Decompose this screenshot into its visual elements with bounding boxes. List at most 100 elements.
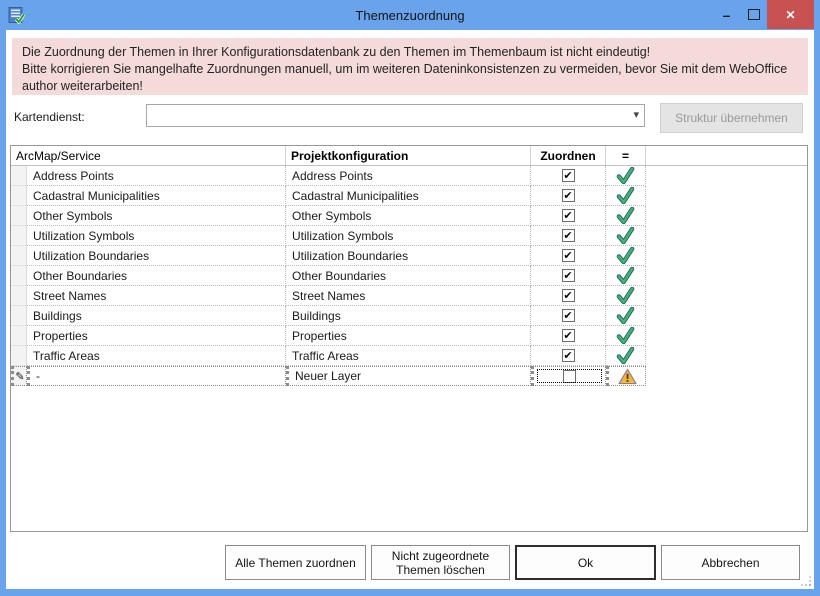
- assign-cell[interactable]: ✔: [531, 266, 606, 286]
- delete-unassigned-themes-button[interactable]: Nicht zugeordnete Themen löschen: [371, 545, 510, 580]
- config-cell[interactable]: Other Symbols: [286, 206, 531, 226]
- themenzuordnung-dialog: { "window": { "title": "Themenzuordnung"…: [0, 0, 820, 596]
- row-header-cell[interactable]: [11, 226, 27, 246]
- assign-cell[interactable]: [531, 366, 606, 386]
- assign-cell[interactable]: ✔: [531, 206, 606, 226]
- row-header-cell[interactable]: [11, 186, 27, 206]
- assign-checkbox[interactable]: ✔: [562, 249, 575, 262]
- status-cell: [606, 206, 646, 226]
- status-cell: [606, 226, 646, 246]
- config-cell[interactable]: Other Boundaries: [286, 266, 531, 286]
- check-icon: [616, 167, 635, 184]
- config-cell[interactable]: Buildings: [286, 306, 531, 326]
- service-cell[interactable]: Traffic Areas: [27, 346, 286, 366]
- service-cell[interactable]: Utilization Symbols: [27, 226, 286, 246]
- assign-checkbox[interactable]: ✔: [562, 349, 575, 362]
- table-row: Other Boundaries Other Boundaries ✔: [11, 266, 807, 286]
- warning-message: Die Zuordnung der Themen in Ihrer Konfig…: [12, 38, 808, 95]
- row-header-cell[interactable]: [11, 166, 27, 186]
- assign-cell[interactable]: ✔: [531, 286, 606, 306]
- row-header-cell[interactable]: ✎: [11, 366, 27, 386]
- service-cell[interactable]: Properties: [27, 326, 286, 346]
- close-button[interactable]: ✕: [767, 0, 814, 29]
- titlebar[interactable]: Themenzuordnung – ✕: [0, 0, 820, 30]
- grid-header-row: ArcMap/Service Projektkonfiguration Zuor…: [11, 146, 807, 166]
- assign-checkbox[interactable]: ✔: [562, 169, 575, 182]
- row-header-cell[interactable]: [11, 206, 27, 226]
- row-header-cell[interactable]: [11, 346, 27, 366]
- assign-cell[interactable]: ✔: [531, 346, 606, 366]
- assign-checkbox[interactable]: [563, 370, 576, 383]
- minimize-icon: –: [723, 7, 731, 23]
- assign-cell[interactable]: ✔: [531, 166, 606, 186]
- row-header-cell[interactable]: [11, 326, 27, 346]
- warning-icon: [618, 368, 637, 385]
- maximize-button[interactable]: [740, 0, 767, 29]
- mapservice-combobox[interactable]: ▾: [146, 104, 645, 127]
- assign-checkbox[interactable]: ✔: [562, 329, 575, 342]
- column-header-assign[interactable]: Zuordnen: [531, 146, 606, 165]
- config-cell[interactable]: Properties: [286, 326, 531, 346]
- apply-structure-button[interactable]: Struktur übernehmen: [660, 103, 803, 133]
- check-icon: [616, 327, 635, 344]
- assign-checkbox[interactable]: ✔: [562, 289, 575, 302]
- config-cell[interactable]: Traffic Areas: [286, 346, 531, 366]
- config-cell[interactable]: Address Points: [286, 166, 531, 186]
- minimize-button[interactable]: –: [713, 0, 740, 29]
- table-row: Properties Properties ✔: [11, 326, 807, 346]
- status-cell: [606, 246, 646, 266]
- assign-checkbox[interactable]: ✔: [562, 309, 575, 322]
- status-cell: [606, 166, 646, 186]
- status-cell: [606, 286, 646, 306]
- status-cell: [606, 266, 646, 286]
- config-cell[interactable]: Cadastral Municipalities: [286, 186, 531, 206]
- table-row: Utilization Symbols Utilization Symbols …: [11, 226, 807, 246]
- check-icon: [616, 187, 635, 204]
- row-header-cell[interactable]: [11, 266, 27, 286]
- row-header-cell[interactable]: [11, 246, 27, 266]
- config-cell[interactable]: Utilization Symbols: [286, 226, 531, 246]
- config-cell[interactable]: Street Names: [286, 286, 531, 306]
- assign-cell[interactable]: ✔: [531, 326, 606, 346]
- assign-all-themes-button[interactable]: Alle Themen zuordnen: [225, 545, 366, 580]
- service-cell[interactable]: Other Symbols: [27, 206, 286, 226]
- column-header-config[interactable]: Projektkonfiguration: [286, 146, 531, 165]
- cancel-button[interactable]: Abbrechen: [661, 545, 800, 580]
- service-cell[interactable]: Utilization Boundaries: [27, 246, 286, 266]
- assign-cell[interactable]: ✔: [531, 226, 606, 246]
- ok-button[interactable]: Ok: [515, 545, 656, 580]
- mapservice-input[interactable]: [150, 106, 624, 125]
- row-header-cell[interactable]: [11, 286, 27, 306]
- config-cell[interactable]: Neuer Layer: [286, 366, 531, 386]
- config-cell[interactable]: Utilization Boundaries: [286, 246, 531, 266]
- table-row: Traffic Areas Traffic Areas ✔: [11, 346, 807, 366]
- status-cell: [606, 326, 646, 346]
- mapservice-label: Kartendienst:: [14, 110, 85, 124]
- assign-cell[interactable]: ✔: [531, 246, 606, 266]
- service-cell[interactable]: Cadastral Municipalities: [27, 186, 286, 206]
- service-cell[interactable]: Street Names: [27, 286, 286, 306]
- resize-grip[interactable]: [800, 575, 813, 588]
- column-header-service[interactable]: ArcMap/Service: [11, 146, 286, 165]
- table-row: Address Points Address Points ✔: [11, 166, 807, 186]
- window-title: Themenzuordnung: [0, 0, 820, 30]
- service-cell[interactable]: Address Points: [27, 166, 286, 186]
- service-cell[interactable]: -: [27, 366, 286, 386]
- check-icon: [616, 227, 635, 244]
- service-cell[interactable]: Other Boundaries: [27, 266, 286, 286]
- service-cell[interactable]: Buildings: [27, 306, 286, 326]
- assign-checkbox[interactable]: ✔: [562, 189, 575, 202]
- table-row: ✎ - Neuer Layer: [11, 366, 807, 386]
- row-header-cell[interactable]: [11, 306, 27, 326]
- check-icon: [616, 307, 635, 324]
- themes-grid: ArcMap/Service Projektkonfiguration Zuor…: [10, 145, 808, 532]
- assign-cell[interactable]: ✔: [531, 186, 606, 206]
- assign-cell[interactable]: ✔: [531, 306, 606, 326]
- chevron-down-icon[interactable]: ▾: [633, 108, 639, 121]
- edit-row-pencil-icon: ✎: [15, 370, 24, 383]
- assign-checkbox[interactable]: ✔: [562, 269, 575, 282]
- column-header-match[interactable]: =: [606, 146, 646, 165]
- table-row: Street Names Street Names ✔: [11, 286, 807, 306]
- assign-checkbox[interactable]: ✔: [562, 229, 575, 242]
- assign-checkbox[interactable]: ✔: [562, 209, 575, 222]
